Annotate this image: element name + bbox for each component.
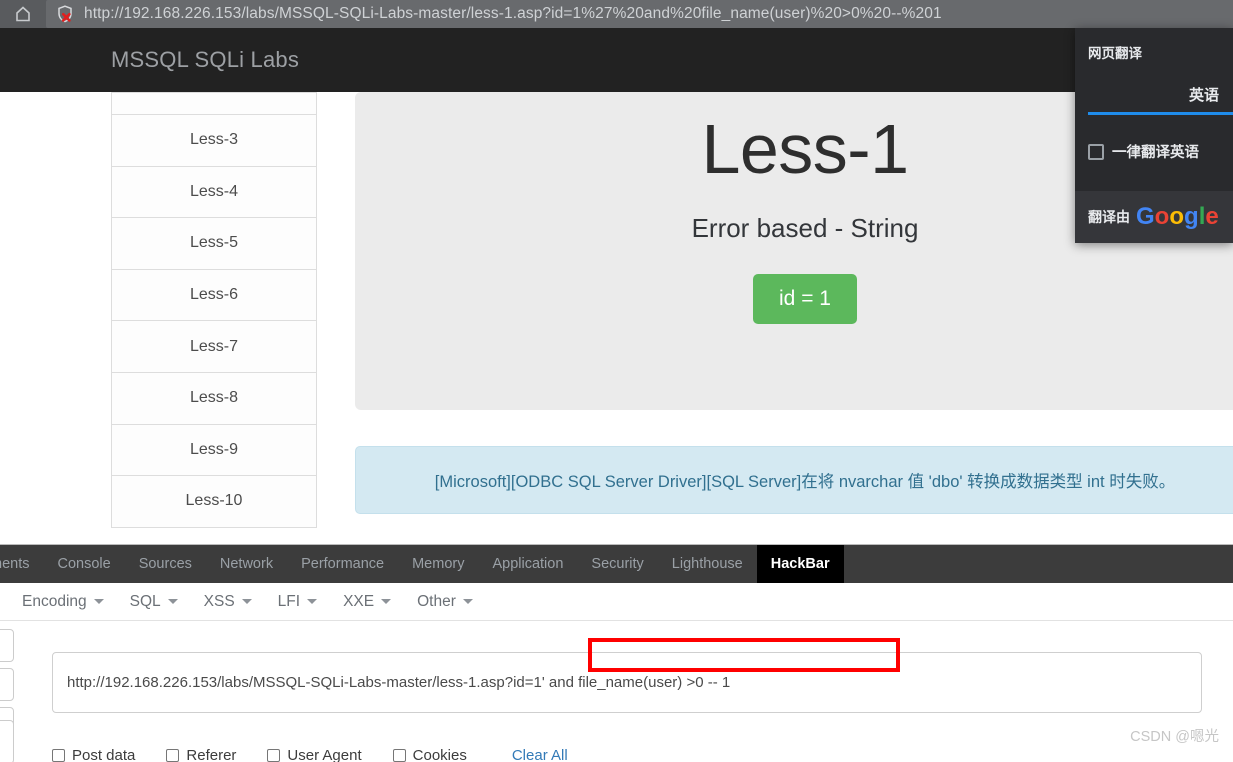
chevron-down-icon	[307, 599, 318, 604]
list-item-label: Less-9	[189, 440, 239, 458]
list-item-label: Less-7	[189, 337, 239, 355]
page-subtitle: Error based - String	[691, 212, 919, 243]
load-url-button[interactable]	[0, 629, 14, 662]
checkbox-box[interactable]	[166, 749, 180, 762]
menu-xxe[interactable]: XXE	[343, 593, 407, 611]
watermark: CSDN @嗯光	[1130, 729, 1219, 745]
translate-provider-label: 翻译由	[1088, 209, 1130, 225]
tab-sources[interactable]: Sources	[125, 545, 206, 583]
list-item-label: Less-10	[185, 492, 243, 510]
url-text: http://192.168.226.153/labs/MSSQL-SQLi-L…	[84, 5, 942, 22]
menu-other[interactable]: Other	[417, 593, 489, 611]
menu-other-label: Other	[417, 592, 456, 610]
checkbox-label: Referer	[186, 747, 237, 762]
menu-xss-label: XSS	[203, 592, 235, 610]
menu-sql-label: SQL	[129, 592, 161, 610]
navbar-brand[interactable]: MSSQL SQLi Labs	[111, 47, 299, 73]
hackbar-options-row: Post data Referer User Agent Cookies Cle…	[52, 747, 568, 762]
screenshot-root: http://192.168.226.153/labs/MSSQL-SQLi-L…	[0, 0, 1233, 762]
menu-sql[interactable]: SQL	[130, 593, 194, 611]
checkbox-box[interactable]	[52, 749, 65, 762]
chevron-down-icon	[93, 599, 104, 604]
lesson-list: Less-3 Less-4 Less-5 Less-6 Less-7 Less-…	[111, 92, 317, 528]
chevron-down-icon	[167, 599, 178, 604]
home-icon[interactable]	[0, 0, 46, 28]
list-item[interactable]: Less-5	[111, 218, 317, 270]
translate-popup: 网页翻译 英语 一律翻译英语 翻译由 Google	[1075, 28, 1233, 243]
list-item-label: Less-6	[189, 286, 239, 304]
list-item-label: Less-4	[189, 182, 239, 200]
checkbox-box[interactable]	[392, 749, 406, 762]
checkbox-label: User Agent	[287, 747, 362, 762]
chevron-down-icon	[381, 599, 392, 604]
list-item[interactable]: Less-4	[111, 166, 317, 219]
list-item-label: Less-3	[189, 131, 239, 149]
translate-language-tabs: 英语	[1075, 84, 1233, 112]
tab-application[interactable]: Application	[478, 545, 577, 583]
tab-network[interactable]: Network	[206, 545, 287, 583]
hackbar-url-row	[52, 652, 1202, 713]
list-item[interactable]	[111, 92, 317, 115]
chevron-down-icon	[462, 599, 473, 604]
google-logo: Google	[1136, 203, 1219, 230]
list-item[interactable]: Less-9	[111, 424, 317, 477]
checkbox-referer[interactable]: Referer	[166, 747, 236, 762]
page-viewport: MSSQL SQLi Labs Less-3 Less-4 Less-5 Les…	[0, 28, 1233, 544]
tab-lighthouse[interactable]: Lighthouse	[658, 545, 757, 583]
list-item[interactable]: Less-3	[111, 115, 317, 167]
always-translate-checkbox[interactable]	[1088, 143, 1104, 160]
list-item-label: Less-8	[189, 389, 239, 407]
run-button[interactable]	[0, 720, 14, 762]
list-item[interactable]: Less-6	[111, 269, 317, 322]
menu-xxe-label: XXE	[343, 592, 375, 610]
chevron-down-icon	[241, 599, 252, 604]
shield-blocked-icon[interactable]	[46, 0, 84, 28]
always-translate-label: 一律翻译英语	[1112, 145, 1199, 161]
split-url-button[interactable]	[0, 668, 14, 701]
menu-lfi-label: LFI	[277, 592, 301, 610]
list-item[interactable]: Less-8	[111, 372, 317, 425]
hackbar-url-input[interactable]	[52, 652, 1202, 713]
page-title: Less-1	[701, 110, 909, 188]
tab-hackbar[interactable]: HackBar	[756, 545, 844, 583]
menu-xss[interactable]: XSS	[204, 593, 268, 611]
checkbox-label: Post data	[72, 747, 136, 762]
browser-toolbar: http://192.168.226.153/labs/MSSQL-SQLi-L…	[0, 0, 1233, 28]
list-item[interactable]: Less-7	[111, 321, 317, 373]
menu-lfi[interactable]: LFI	[278, 593, 333, 611]
tab-elements[interactable]: nents	[0, 545, 43, 583]
menu-encoding[interactable]: Encoding	[22, 593, 120, 611]
translate-popup-title: 网页翻译	[1088, 46, 1142, 61]
checkbox-box[interactable]	[267, 749, 281, 762]
checkbox-cookies[interactable]: Cookies	[392, 747, 467, 762]
tab-active-underline	[1088, 112, 1233, 115]
address-bar[interactable]: http://192.168.226.153/labs/MSSQL-SQLi-L…	[46, 0, 1233, 28]
always-translate-row[interactable]: 一律翻译英语	[1088, 141, 1233, 162]
list-item[interactable]: Less-10	[111, 476, 317, 528]
translate-popup-footer: 翻译由 Google	[1075, 191, 1233, 243]
tab-memory[interactable]: Memory	[398, 545, 478, 583]
sql-error-alert: [Microsoft][ODBC SQL Server Driver][SQL …	[355, 446, 1233, 514]
menu-encoding-label: Encoding	[22, 592, 87, 610]
checkbox-user-agent[interactable]: User Agent	[267, 747, 362, 762]
clear-all-link[interactable]: Clear All	[512, 747, 568, 762]
id-badge: id = 1	[753, 273, 857, 324]
tab-security[interactable]: Security	[577, 545, 657, 583]
tab-performance[interactable]: Performance	[287, 545, 398, 583]
tab-english[interactable]: 英语	[1175, 84, 1233, 112]
devtools-tabbar: nents Console Sources Network Performanc…	[0, 545, 1233, 583]
list-item-label: Less-5	[189, 234, 239, 252]
checkbox-label: Cookies	[412, 747, 467, 762]
checkbox-post-data[interactable]: Post data	[52, 747, 135, 762]
site-navbar: MSSQL SQLi Labs	[0, 28, 1233, 92]
hackbar-toolbar: Encoding SQL XSS LFI XXE Other	[0, 583, 1233, 621]
tab-console[interactable]: Console	[43, 545, 124, 583]
